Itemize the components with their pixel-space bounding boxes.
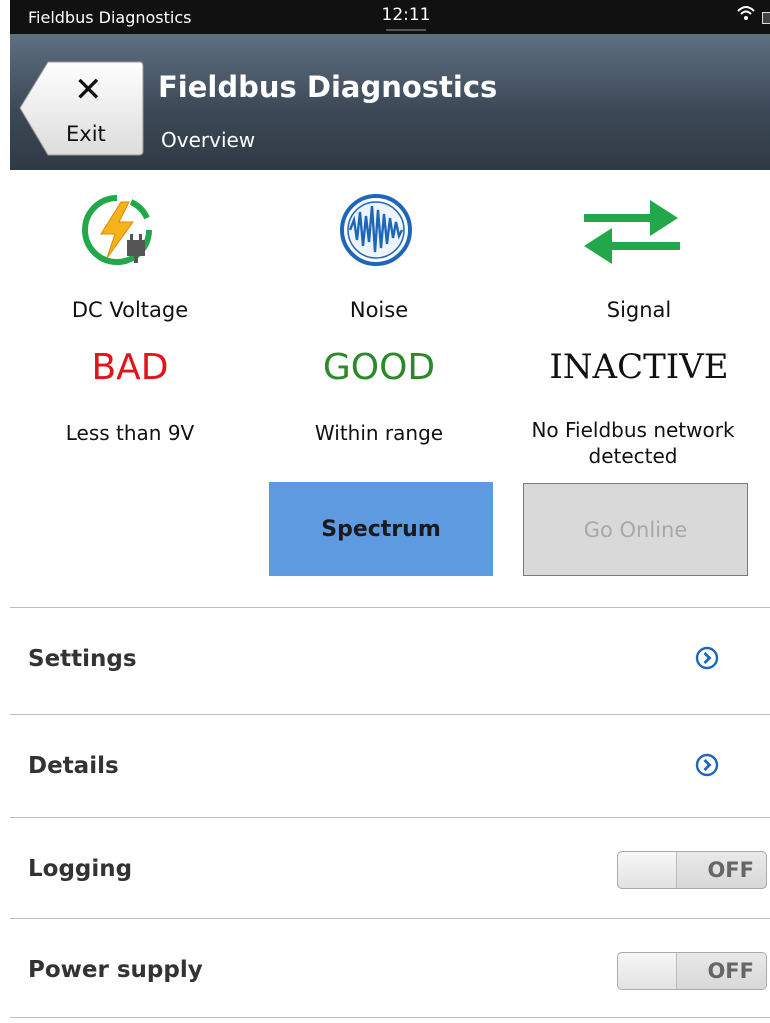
logging-label: Logging — [28, 856, 133, 882]
power-supply-toggle[interactable]: OFF — [617, 952, 767, 990]
status-bar: Fieldbus Diagnostics 12:11 — [10, 0, 770, 36]
noise-panel: Noise GOOD Within range Spectrum — [250, 170, 508, 605]
logging-toggle[interactable]: OFF — [617, 851, 767, 889]
signal-label: Signal — [606, 298, 672, 322]
dc-voltage-label: DC Voltage — [71, 298, 189, 322]
waveform-icon — [338, 192, 414, 268]
settings-label: Settings — [28, 646, 137, 672]
chevron-right-circle-icon[interactable] — [695, 753, 719, 777]
power-plug-bolt-icon — [79, 192, 155, 268]
details-label: Details — [28, 753, 119, 779]
signal-description: No Fieldbus network detected — [531, 418, 735, 468]
battery-icon — [762, 12, 770, 24]
signal-state: INACTIVE — [549, 347, 729, 387]
power-supply-label: Power supply — [28, 957, 203, 983]
spectrum-button[interactable]: Spectrum — [269, 482, 493, 576]
power-supply-row: Power supply OFF — [10, 918, 770, 1020]
app-header: ✕ Exit Fieldbus Diagnostics Overview — [10, 34, 770, 170]
power-supply-toggle-value: OFF — [707, 959, 754, 983]
divider — [10, 1017, 770, 1018]
exit-button[interactable]: ✕ Exit — [18, 60, 144, 157]
dc-voltage-description: Less than 9V — [65, 421, 195, 445]
noise-state: GOOD — [322, 347, 436, 388]
logging-row: Logging OFF — [10, 817, 770, 919]
status-time: 12:11 — [360, 0, 452, 36]
toggle-knob — [618, 852, 677, 888]
settings-row[interactable]: Settings — [10, 607, 770, 709]
go-online-button[interactable]: Go Online — [523, 483, 748, 576]
page-title: Fieldbus Diagnostics — [158, 70, 498, 104]
logging-toggle-value: OFF — [707, 858, 754, 882]
exchange-arrows-icon — [580, 192, 680, 268]
wifi-icon — [736, 3, 756, 28]
page-subtitle: Overview — [161, 128, 256, 152]
close-icon: ✕ — [74, 70, 103, 110]
chevron-right-circle-icon[interactable] — [695, 646, 719, 670]
noise-label: Noise — [349, 298, 409, 322]
toggle-knob — [618, 953, 677, 989]
noise-description: Within range — [314, 421, 444, 445]
status-app-name: Fieldbus Diagnostics — [28, 8, 192, 27]
dc-voltage-state: BAD — [91, 347, 169, 388]
signal-panel: Signal INACTIVE No Fieldbus network dete… — [508, 170, 770, 605]
exit-label: Exit — [66, 122, 106, 146]
details-row[interactable]: Details — [10, 714, 770, 816]
dc-voltage-panel: DC Voltage BAD Less than 9V — [10, 170, 250, 605]
